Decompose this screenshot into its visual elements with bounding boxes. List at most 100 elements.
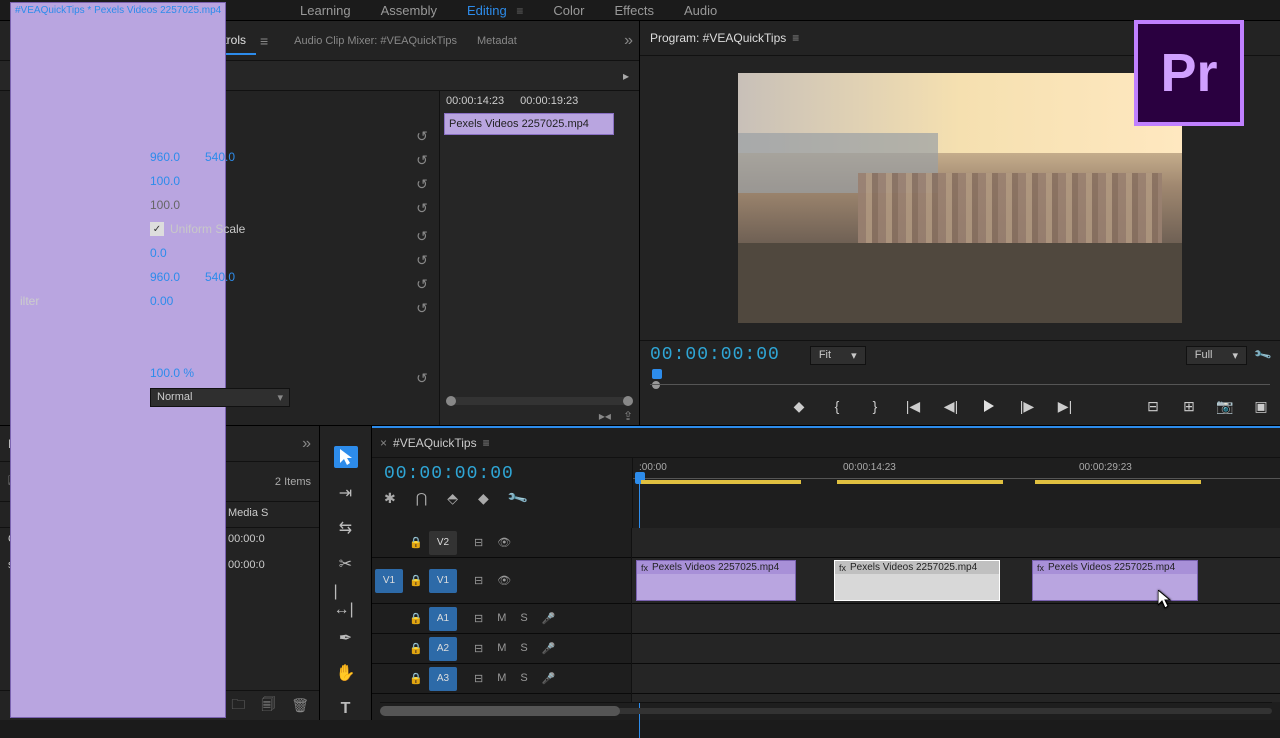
razor-tool[interactable]: ✂ [334,553,358,575]
effect-zoom-slider[interactable] [446,397,633,405]
panel-menu-icon[interactable]: ≡ [483,436,490,450]
workspace-learning[interactable]: Learning [300,3,351,18]
program-title[interactable]: Program: #VEAQuickTips [650,31,786,45]
out-point-icon[interactable]: } [866,397,884,415]
sequence-name[interactable]: #VEAQuickTips [393,436,477,450]
step-fwd-icon[interactable]: |▶ [1018,397,1036,415]
anti-flicker[interactable]: 0.00 [150,294,205,308]
mic-icon[interactable]: 🎤 [542,612,556,625]
overflow-icon[interactable]: » [624,32,633,50]
lock-icon[interactable]: 🔒 [406,672,426,685]
sync-lock-icon[interactable]: ⊟ [474,672,483,685]
reset-icon[interactable]: ↺ [413,251,431,269]
track-target-a2[interactable]: A2 [429,637,457,661]
linked-sel-icon[interactable]: ⋂ [416,490,427,507]
compare-icon[interactable]: ▣ [1252,397,1270,415]
lock-icon[interactable]: 🔒 [406,642,426,655]
timeline-clip[interactable]: fxPexels Videos 2257025.mp4 [1032,560,1198,601]
timeline-zoom-slider[interactable] [380,702,1272,720]
sync-lock-icon[interactable]: ⊟ [474,642,483,655]
lock-icon[interactable]: 🔒 [406,612,426,625]
mute-button[interactable]: M [497,642,506,655]
timeline-clip-selected[interactable]: fxPexels Videos 2257025.mp4 [834,560,1000,601]
reset-icon[interactable]: ↺ [413,151,431,169]
anchor-y[interactable]: 540.0 [205,270,260,284]
mic-icon[interactable]: 🎤 [542,672,556,685]
extract-icon[interactable]: ⊞ [1180,397,1198,415]
workspace-color[interactable]: Color [553,3,584,18]
pen-tool[interactable]: ✒ [334,627,358,649]
reset-icon[interactable]: ↺ [413,227,431,245]
snap-icon[interactable]: ✱ [384,490,396,507]
new-item-icon[interactable]: 🗐 [261,694,275,718]
program-video[interactable] [738,73,1182,323]
tab-audio-mixer[interactable]: Audio Clip Mixer: #VEAQuickTips [284,29,467,53]
lock-icon[interactable]: 🔒 [406,574,426,587]
track-target-v1[interactable]: V1 [429,569,457,593]
program-ruler[interactable] [650,369,1270,391]
workspace-audio[interactable]: Audio [684,3,717,18]
opacity[interactable]: 100.0 % [150,366,205,380]
trash-icon[interactable]: 🗑 [291,697,309,714]
timeline-ruler[interactable]: :00:00 00:00:14:23 00:00:29:23 [632,458,1280,528]
marker-tool-icon[interactable]: ⬘ [447,490,458,507]
reset-icon[interactable]: ↺ [413,299,431,317]
mute-button[interactable]: M [497,672,506,685]
lift-icon[interactable]: ⊟ [1144,397,1162,415]
clip-pill[interactable]: Pexels Videos 2257025.mp4 [444,113,614,135]
uniform-scale-checkbox[interactable]: ✓ [150,222,164,236]
reset-icon[interactable]: ↺ [413,275,431,293]
track-target-a1[interactable]: A1 [429,607,457,631]
tab-metadata[interactable]: Metadat [467,29,527,53]
selection-tool[interactable] [334,446,358,468]
settings-icon[interactable]: 🔧 [1253,345,1273,365]
loop-icon[interactable]: ▸◂ [599,409,611,423]
position-y[interactable]: 540.0 [205,150,260,164]
timeline-content[interactable]: fxPexels Videos 2257025.mp4 fxPexels Vid… [632,528,1280,702]
overflow-icon[interactable]: » [302,435,311,453]
program-timecode[interactable]: 00:00:00:00 [650,345,780,365]
type-tool[interactable]: T [334,698,358,720]
play-icon[interactable]: ▸ [623,69,629,83]
anchor-x[interactable]: 960.0 [150,270,205,284]
track-target-a3[interactable]: A3 [429,667,457,691]
panel-menu-icon[interactable]: ≡ [792,31,799,45]
blend-mode-select[interactable]: Normal▾ [150,388,290,407]
solo-button[interactable]: S [520,612,527,625]
track-select-tool[interactable]: ⇥ [334,482,358,504]
sync-lock-icon[interactable]: ⊟ [474,574,483,587]
reset-icon[interactable]: ↺ [413,127,431,145]
close-tab-icon[interactable]: × [380,436,387,450]
in-point-icon[interactable]: { [828,397,846,415]
marker-add-icon[interactable]: ◆ [478,490,489,507]
folder-icon[interactable]: 🗀 [231,694,245,718]
mic-icon[interactable]: 🎤 [542,642,556,655]
hand-tool[interactable]: ✋ [334,663,358,685]
eye-icon[interactable]: 👁 [497,574,511,587]
position-x[interactable]: 960.0 [150,150,205,164]
sync-lock-icon[interactable]: ⊟ [474,612,483,625]
settings-icon[interactable]: 🔧 [506,487,530,510]
sync-lock-icon[interactable]: ⊟ [474,536,483,549]
snapshot-icon[interactable]: 📷 [1216,397,1234,415]
ripple-tool[interactable]: ⇆ [334,517,358,539]
eye-icon[interactable]: 👁 [497,536,511,549]
zoom-select[interactable]: Fit▾ [810,346,866,365]
play-button[interactable] [980,397,998,415]
workspace-effects[interactable]: Effects [614,3,654,18]
source-patch-v1[interactable]: V1 [375,569,403,593]
reset-icon[interactable]: ↺ [413,175,431,193]
timeline-timecode[interactable]: 00:00:00:00 [384,464,620,484]
effect-timeline[interactable]: 00:00:14:23 00:00:19:23 Pexels Videos 22… [439,91,639,425]
workspace-editing[interactable]: Editing [467,3,507,18]
workspace-assembly[interactable]: Assembly [381,3,437,18]
solo-button[interactable]: S [520,642,527,655]
goto-out-icon[interactable]: ▶| [1056,397,1074,415]
timeline-clip[interactable]: fxPexels Videos 2257025.mp4 [636,560,796,601]
workspace-menu-icon[interactable]: ≡ [516,4,523,18]
lock-icon[interactable]: 🔒 [406,536,426,549]
step-back-icon[interactable]: ◀| [942,397,960,415]
solo-button[interactable]: S [520,672,527,685]
reset-icon[interactable]: ↺ [413,369,431,387]
marker-icon[interactable]: ◆ [790,397,808,415]
